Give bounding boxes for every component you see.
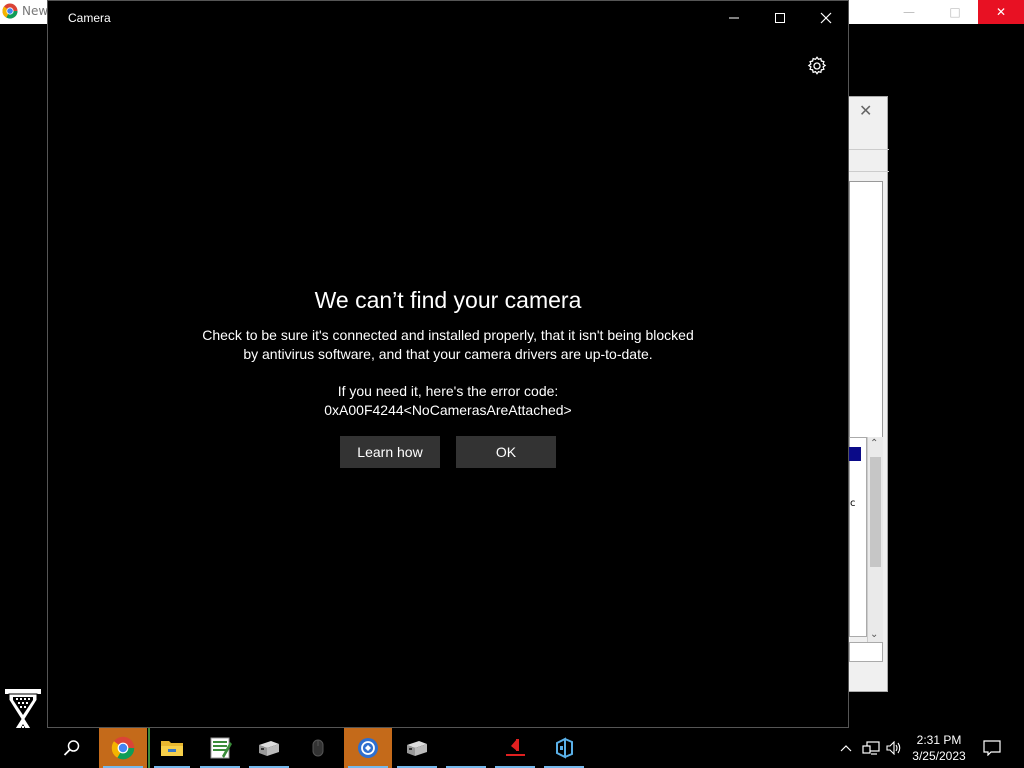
minimize-icon bbox=[729, 17, 739, 19]
ok-button[interactable]: OK bbox=[456, 436, 556, 468]
gear-icon bbox=[807, 56, 827, 75]
network-box-icon bbox=[407, 741, 427, 756]
dialog-divider bbox=[849, 171, 889, 172]
error-description-line1: Check to be sure it's connected and inst… bbox=[202, 327, 694, 343]
taskbar-remote-app[interactable] bbox=[344, 728, 392, 768]
network-tray-button[interactable] bbox=[860, 728, 882, 768]
chrome-tab-title[interactable]: New bbox=[22, 4, 48, 18]
show-hidden-icons-button[interactable] bbox=[836, 728, 856, 768]
taskbar-arrow-app[interactable] bbox=[491, 728, 539, 768]
search-button[interactable] bbox=[48, 728, 96, 768]
remote-app-icon bbox=[358, 738, 378, 758]
taskbar-blank-app[interactable] bbox=[442, 728, 490, 768]
chevron-up-icon bbox=[840, 745, 852, 752]
volume-tray-button[interactable] bbox=[884, 728, 904, 768]
clock-time: 2:31 PM bbox=[916, 733, 962, 747]
dialog-list-box[interactable]: c bbox=[849, 437, 867, 637]
dialog-close-icon[interactable]: ✕ bbox=[859, 101, 872, 120]
spreadsheet-icon bbox=[210, 737, 232, 759]
speaker-icon bbox=[886, 741, 901, 755]
dialog-divider bbox=[849, 149, 889, 150]
scroll-up-icon[interactable]: ⌃ bbox=[870, 438, 878, 449]
error-message: We can’t find your camera Check to be su… bbox=[48, 287, 848, 420]
taskbar-network-app-2[interactable] bbox=[393, 728, 441, 768]
network-icon bbox=[862, 741, 880, 755]
close-button[interactable] bbox=[803, 1, 849, 35]
file-explorer-icon bbox=[161, 741, 183, 756]
chrome-icon bbox=[2, 3, 18, 19]
arrow-app-icon bbox=[506, 739, 525, 756]
dialog-scrollbar[interactable]: ⌃ ⌄ bbox=[867, 437, 883, 645]
mouse-icon bbox=[312, 739, 324, 757]
background-dialog-window: ✕ c ⌃ ⌄ bbox=[848, 96, 889, 692]
search-icon bbox=[63, 740, 80, 756]
maximize-icon bbox=[775, 13, 785, 23]
minimize-button[interactable] bbox=[711, 1, 757, 35]
network-box-icon bbox=[259, 741, 279, 756]
dialog-selected-row[interactable] bbox=[849, 447, 861, 461]
scroll-down-icon[interactable]: ⌄ bbox=[870, 629, 878, 640]
clock-date: 3/25/2023 bbox=[912, 749, 966, 763]
chrome-minimize-button[interactable]: — bbox=[886, 0, 932, 24]
notifications-button[interactable] bbox=[980, 728, 1004, 768]
learn-how-button[interactable]: Learn how bbox=[340, 436, 440, 468]
taskbar-dev-app[interactable] bbox=[540, 728, 588, 768]
scrollbar-thumb[interactable] bbox=[870, 457, 881, 567]
taskbar-mouse-app[interactable] bbox=[294, 728, 342, 768]
taskbar-chrome[interactable] bbox=[99, 728, 147, 768]
settings-button[interactable] bbox=[806, 55, 828, 77]
chrome-close-button[interactable]: ✕ bbox=[978, 0, 1024, 24]
action-buttons: Learn how OK bbox=[340, 436, 556, 468]
taskbar-file-explorer[interactable] bbox=[148, 728, 194, 768]
notification-icon bbox=[983, 740, 1001, 756]
window-title: Camera bbox=[68, 11, 111, 25]
error-heading: We can’t find your camera bbox=[314, 287, 582, 313]
error-code-intro: If you need it, here's the error code: bbox=[337, 383, 559, 399]
chrome-maximize-button[interactable]: □ bbox=[932, 0, 978, 24]
taskbar-clock[interactable]: 2:31 PM 3/25/2023 bbox=[906, 732, 972, 764]
taskbar-spreadsheet[interactable] bbox=[196, 728, 244, 768]
taskbar: 2:31 PM 3/25/2023 bbox=[0, 728, 1024, 768]
taskbar-network-app[interactable] bbox=[245, 728, 293, 768]
chrome-icon bbox=[111, 736, 135, 760]
close-icon bbox=[820, 12, 832, 24]
camera-window: Camera We can’t find your camera Check t… bbox=[47, 0, 849, 728]
dev-app-icon bbox=[556, 737, 573, 759]
error-code: 0xA00F4244<NoCamerasAreAttached> bbox=[324, 402, 572, 418]
dialog-bottom-field[interactable] bbox=[849, 642, 883, 662]
error-description-line2: by antivirus software, and that your cam… bbox=[243, 346, 653, 362]
dialog-list-text: c bbox=[850, 498, 856, 509]
maximize-button[interactable] bbox=[757, 1, 803, 35]
